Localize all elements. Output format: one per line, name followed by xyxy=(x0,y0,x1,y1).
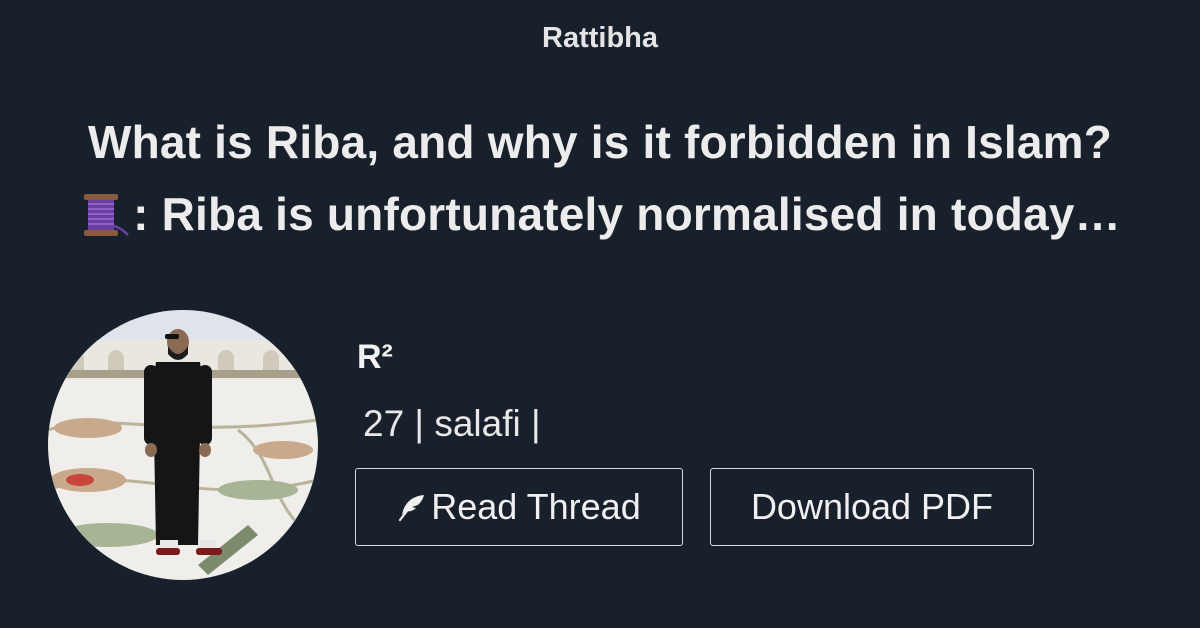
author-avatar[interactable] xyxy=(48,310,318,580)
read-thread-button[interactable]: Read Thread xyxy=(355,468,683,546)
site-title: Rattibha xyxy=(542,22,658,54)
thread-title-line-2: : Riba is unfortunately normalised in to… xyxy=(40,178,1160,256)
author-name: R² xyxy=(357,338,393,376)
feather-icon xyxy=(397,489,427,531)
thread-title-line-1: What is Riba, and why is it forbidden in… xyxy=(87,116,1113,168)
author-bio: 27 | salafi | xyxy=(363,403,541,444)
thread-title-line-2-text: : Riba is unfortunately normalised in to… xyxy=(133,188,1121,240)
download-pdf-button[interactable]: Download PDF xyxy=(710,468,1034,546)
read-thread-label: Read Thread xyxy=(431,486,641,527)
download-pdf-label: Download PDF xyxy=(750,486,994,527)
thread-title: What is Riba, and why is it forbidden in… xyxy=(40,106,1160,256)
spool-of-thread-icon xyxy=(79,184,130,256)
